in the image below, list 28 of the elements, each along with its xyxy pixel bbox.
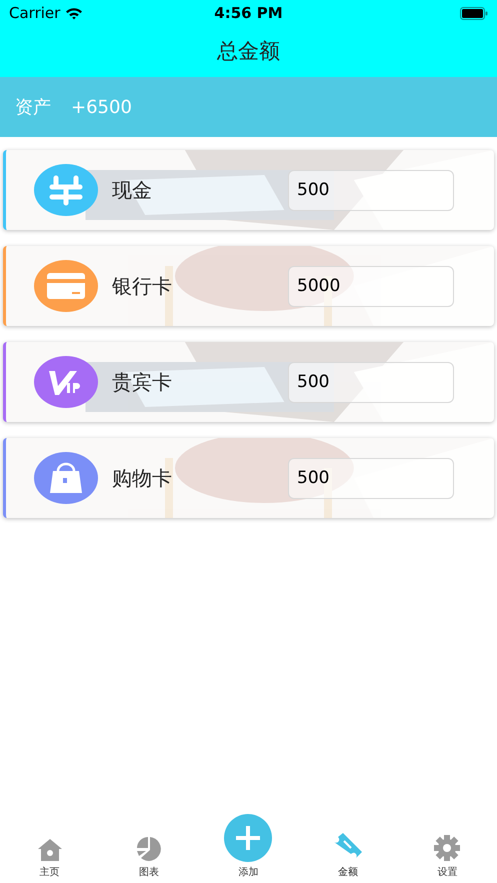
amount-field[interactable]: 500 [288,458,454,498]
tab-item[interactable]: 金额 [312,832,383,880]
account-name: 现金 [112,177,153,204]
vip-icon [34,356,98,408]
carrier-label: Carrier [9,2,60,24]
yuan-icon [34,164,98,216]
tab-add-button[interactable]: 添加 [213,814,284,880]
summary-label: 资产 [15,96,51,120]
shopping-bag-icon [34,452,98,504]
summary-value: +6500 [71,96,132,120]
account-name: 贵宾卡 [112,369,173,396]
tab-item[interactable]: 图表 [114,836,184,880]
tab-item[interactable]: 主页 [14,838,85,880]
account-name: 银行卡 [112,273,173,300]
add-icon [224,814,272,862]
battery-icon [460,6,488,20]
amount-field[interactable]: 5000 [288,266,454,306]
settings-icon [433,834,462,862]
amount-field[interactable]: 500 [288,170,454,210]
clock-label: 4:56 PM [214,2,283,24]
tab-item[interactable]: 设置 [412,834,482,880]
credit-card-icon [34,260,98,312]
page-title: 总金额 [217,38,280,65]
pie-chart-icon [136,836,162,862]
wifi-icon [65,6,84,20]
home-icon [36,838,63,862]
amount-field[interactable]: 500 [288,362,454,402]
account-name: 购物卡 [112,465,173,492]
